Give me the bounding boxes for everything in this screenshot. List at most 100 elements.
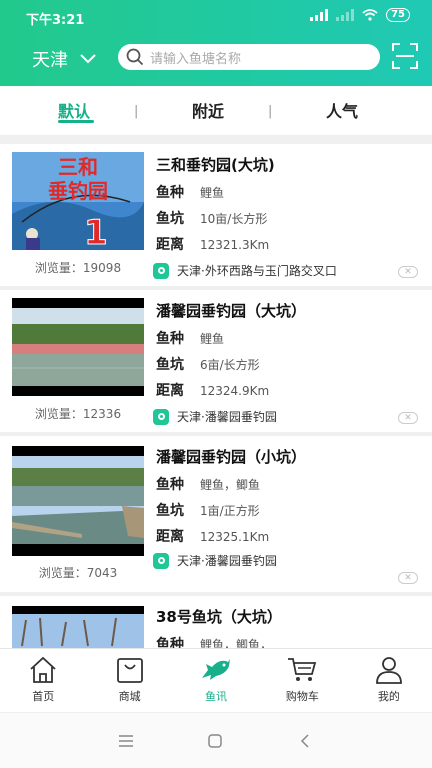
spot-thumbnail xyxy=(12,606,144,648)
tab-label: 商城 xyxy=(118,690,141,703)
pond-row: 鱼坑 6亩/长方形 xyxy=(156,354,260,374)
close-icon[interactable]: ✕ xyxy=(398,572,418,584)
pond-row: 鱼坑 1亩/正方形 xyxy=(156,500,260,520)
distance-label: 距离 xyxy=(156,383,184,399)
spot-title: 三和垂钓园(大坑) xyxy=(156,156,275,174)
location-row: 天津·潘馨园垂钓园 xyxy=(153,408,277,425)
location-icon xyxy=(153,552,169,569)
search-placeholder: 请输入鱼塘名称 xyxy=(150,51,242,67)
fish-label: 鱼种 xyxy=(156,637,184,648)
menu-icon[interactable] xyxy=(118,735,134,747)
sign-number: 1 xyxy=(84,213,108,250)
spot-photo xyxy=(12,298,144,396)
location-icon xyxy=(153,262,169,279)
app-header: 天津 请输入鱼塘名称 xyxy=(0,34,432,86)
fish-value: 鲤鱼 xyxy=(200,332,225,346)
fish-label: 鱼种 xyxy=(156,477,184,493)
search-icon xyxy=(126,48,144,66)
system-nav-bar xyxy=(0,712,432,768)
distance-row: 距离 12325.1Km xyxy=(156,526,269,546)
tab-nearby[interactable]: 附近 xyxy=(192,98,224,122)
fish-row: 鱼种 鲤鱼 xyxy=(156,328,224,348)
fish-value: 鲤鱼，鲫鱼， xyxy=(200,638,273,648)
distance-label: 距离 xyxy=(156,237,184,253)
home-button-icon[interactable] xyxy=(208,734,222,748)
distance-value: 12324.9Km xyxy=(200,384,270,398)
fish-row: 鱼种 鲤鱼，鲫鱼， xyxy=(156,634,272,648)
bottom-tab-bar: 首页 商城 鱼讯 购物车 我的 xyxy=(0,648,432,712)
pond-label: 鱼坑 xyxy=(156,503,184,519)
spot-thumbnail: 三和 垂钓园 1 xyxy=(12,152,144,250)
tab-label: 我的 xyxy=(377,690,400,703)
view-count: 浏览量：7043 xyxy=(38,566,118,580)
distance-value: 12325.1Km xyxy=(200,530,270,544)
distance-value: 12321.3Km xyxy=(200,238,270,252)
fish-value: 鲤鱼，鲫鱼 xyxy=(200,478,261,492)
view-count: 浏览量：12336 xyxy=(34,407,122,421)
view-count: 浏览量：19098 xyxy=(34,261,122,275)
fish-value: 鲤鱼 xyxy=(200,186,225,200)
fish-row: 鱼种 鲤鱼 xyxy=(156,182,224,202)
location-text: 天津·潘馨园垂钓园 xyxy=(177,554,277,568)
tab-mall[interactable]: 商城 xyxy=(86,649,172,712)
pond-row: 鱼坑 10亩/长方形 xyxy=(156,208,267,228)
tab-cart[interactable]: 购物车 xyxy=(259,649,345,712)
back-icon[interactable] xyxy=(300,734,310,748)
tab-divider: | xyxy=(268,104,273,119)
location-text: 天津·潘馨园垂钓园 xyxy=(177,410,277,424)
spot-thumbnail xyxy=(12,298,144,396)
tab-fish-news[interactable]: 鱼讯 xyxy=(173,649,259,712)
city-selector[interactable]: 天津 xyxy=(32,46,96,72)
spot-photo: 三和 垂钓园 1 xyxy=(12,152,144,250)
close-icon[interactable]: ✕ xyxy=(398,266,418,278)
tab-mine[interactable]: 我的 xyxy=(346,649,432,712)
spot-photo xyxy=(12,606,144,648)
signal-icon xyxy=(310,9,329,21)
list-item[interactable]: 浏览量：7043 潘馨园垂钓园（小坑） 鱼种 鲤鱼，鲫鱼 鱼坑 1亩/正方形 距离 1… xyxy=(0,436,432,592)
sign-text: 三和 xyxy=(58,155,98,179)
spot-title: 潘馨园垂钓园（大坑） xyxy=(156,302,307,320)
tab-label: 首页 xyxy=(32,690,55,703)
fishing-spot-list: 三和 垂钓园 1 浏览量：19098 三和垂钓园(大坑) 鱼种 鲤鱼 鱼坑 10亩/… xyxy=(0,140,432,648)
tab-default[interactable]: 默认 xyxy=(58,98,90,122)
status-bar: 下午3:21 75 xyxy=(0,0,432,34)
spot-title: 潘馨园垂钓园（小坑） xyxy=(156,448,307,466)
pond-label: 鱼坑 xyxy=(156,211,184,227)
spot-title: 38号鱼坑（大坑） xyxy=(156,608,282,626)
tab-label: 鱼讯 xyxy=(205,690,228,703)
signal-secondary-icon xyxy=(336,9,355,21)
list-item[interactable]: 浏览量：12336 潘馨园垂钓园（大坑） 鱼种 鲤鱼 鱼坑 6亩/长方形 距离 123… xyxy=(0,290,432,432)
scan-icon[interactable] xyxy=(392,43,418,69)
location-row: 天津·潘馨园垂钓园 xyxy=(153,552,277,569)
status-icons: 75 xyxy=(310,8,410,22)
close-icon[interactable]: ✕ xyxy=(398,412,418,424)
pond-value: 6亩/长方形 xyxy=(200,358,260,372)
chevron-down-icon xyxy=(80,54,96,64)
shopping-bag-icon xyxy=(116,658,143,683)
spot-photo xyxy=(12,446,144,556)
distance-row: 距离 12321.3Km xyxy=(156,234,269,254)
fish-label: 鱼种 xyxy=(156,185,184,201)
cart-icon xyxy=(288,658,317,681)
list-item[interactable]: 三和 垂钓园 1 浏览量：19098 三和垂钓园(大坑) 鱼种 鲤鱼 鱼坑 10亩/… xyxy=(0,144,432,286)
user-icon xyxy=(375,657,402,684)
city-label: 天津 xyxy=(32,50,68,71)
battery-icon: 75 xyxy=(386,8,410,22)
tab-label: 购物车 xyxy=(285,690,319,703)
distance-label: 距离 xyxy=(156,529,184,545)
pond-value: 10亩/长方形 xyxy=(200,212,268,226)
sort-tabs: 默认 | 附近 | 人气 xyxy=(0,86,432,136)
pond-value: 1亩/正方形 xyxy=(200,504,260,518)
tab-popular[interactable]: 人气 xyxy=(326,98,358,122)
distance-row: 距离 12324.9Km xyxy=(156,380,269,400)
list-item[interactable]: 38号鱼坑（大坑） 鱼种 鲤鱼，鲫鱼， xyxy=(0,596,432,648)
tab-divider: | xyxy=(134,104,139,119)
active-tab-indicator xyxy=(58,120,94,123)
tab-home[interactable]: 首页 xyxy=(0,649,86,712)
location-text: 天津·外环西路与玉门路交叉口 xyxy=(177,264,337,278)
fish-icon xyxy=(202,659,231,680)
sign-text: 垂钓园 xyxy=(48,179,108,203)
search-input[interactable]: 请输入鱼塘名称 xyxy=(118,44,380,70)
wifi-icon xyxy=(362,9,378,21)
location-row: 天津·外环西路与玉门路交叉口 xyxy=(153,262,337,279)
